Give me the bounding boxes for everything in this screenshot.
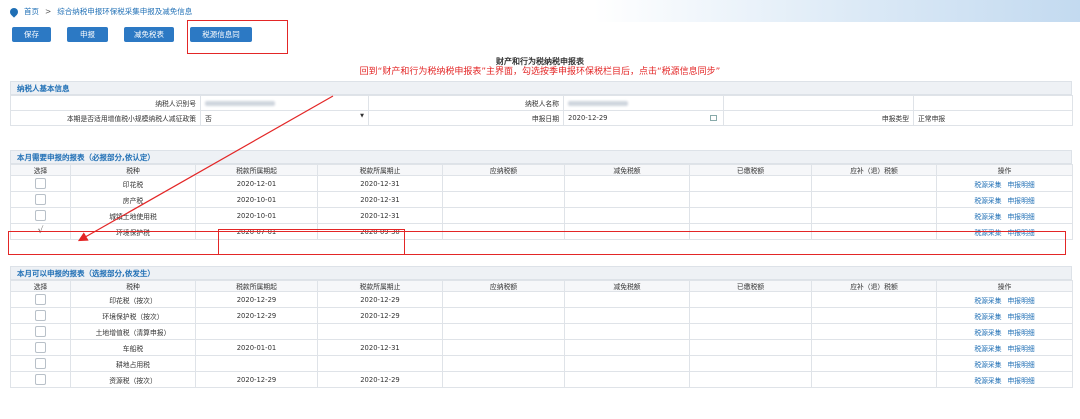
annotation-arrow <box>77 95 334 242</box>
